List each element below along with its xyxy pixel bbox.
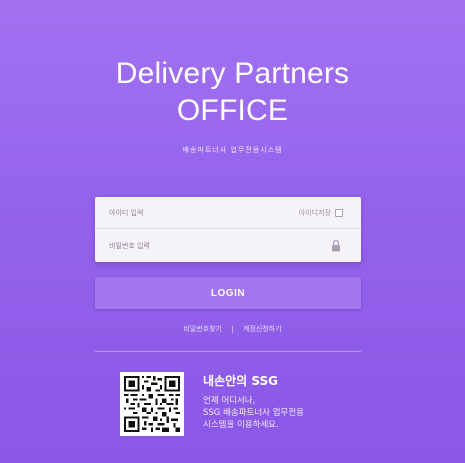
link-divider: [232, 325, 233, 333]
app-promo-desc-line3: 시스템을 이용하세요.: [203, 420, 279, 430]
password-field-row: [95, 230, 361, 262]
qr-code: [120, 372, 184, 436]
app-promo-desc-line1: 언제 어디서나,: [203, 396, 256, 406]
login-button[interactable]: LOGIN: [95, 277, 361, 309]
id-input[interactable]: [109, 205, 279, 221]
id-field-row: 아이디저장: [95, 197, 361, 229]
login-card: 아이디저장: [95, 197, 361, 262]
save-id-toggle[interactable]: 아이디저장: [299, 207, 343, 219]
page-title-line1: Delivery Partners: [115, 57, 350, 90]
save-id-label: 아이디저장: [298, 209, 331, 217]
password-input[interactable]: [109, 238, 279, 254]
app-promo-desc-line2: SSG 배송파트너사 업무전용: [203, 408, 304, 418]
account-request-link[interactable]: 계정신청하기: [243, 324, 282, 334]
app-promo-title: 내손안의 SSG: [203, 374, 278, 388]
checkbox-icon[interactable]: [335, 209, 343, 217]
page-title-line2: OFFICE: [176, 94, 289, 127]
qr-code-icon: [124, 376, 180, 432]
section-divider: [95, 351, 361, 352]
auth-links: 비밀번호찾기 계정신청하기: [0, 324, 465, 334]
find-password-link[interactable]: 비밀번호찾기: [183, 324, 222, 334]
app-promo-description: 언제 어디서나, SSG 배송파트너사 업무전용 시스템을 이용하세요.: [203, 395, 353, 431]
page-subtitle: 배송파트너사 업무전용시스템: [182, 146, 283, 154]
lock-icon: [332, 239, 340, 252]
login-page: Delivery Partners OFFICE 배송파트너사 업무전용시스템 …: [0, 0, 465, 463]
